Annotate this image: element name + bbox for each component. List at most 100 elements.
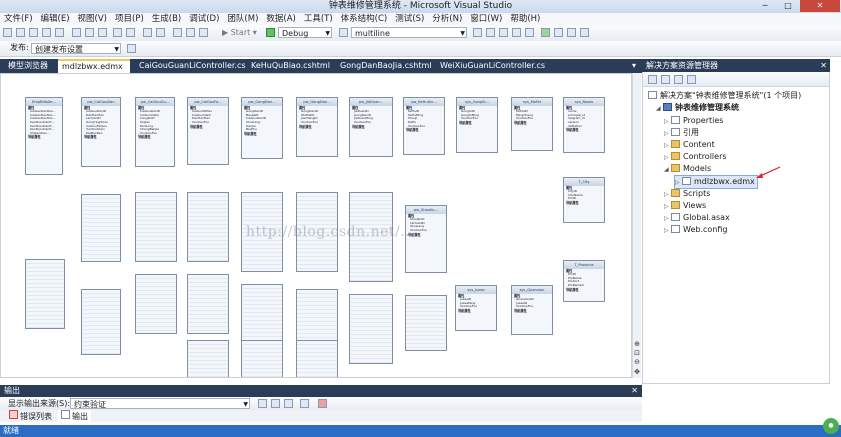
object-browser-icon[interactable] <box>499 28 508 37</box>
zoom-out-icon[interactable]: ⊖ <box>633 358 641 366</box>
menu-build[interactable]: 生成(B) <box>148 13 185 25</box>
expand-icon[interactable]: ▷ <box>664 128 671 139</box>
replace-icon[interactable] <box>186 28 195 37</box>
redo-icon[interactable] <box>126 28 135 37</box>
output-source-select[interactable]: 约束验证 ▼ <box>70 398 250 409</box>
navigate-back-icon[interactable] <box>143 28 152 37</box>
entity-box[interactable] <box>187 274 229 334</box>
zoom-fit-icon[interactable]: ✥ <box>633 368 641 376</box>
properties-icon[interactable] <box>648 75 657 84</box>
tab-caigouguanli-controller[interactable]: CaiGouGuanLiController.cs <box>135 59 250 73</box>
entity-box[interactable] <box>81 289 121 355</box>
tree-item-mdlzbwx-edmx[interactable]: ▷ mdlzbwx.edmx <box>674 175 758 189</box>
team-explorer-icon[interactable] <box>567 28 576 37</box>
entity-box[interactable] <box>25 259 65 329</box>
maximize-icon[interactable]: □ <box>777 0 799 12</box>
publish-icon[interactable] <box>127 44 136 53</box>
menu-team[interactable]: 团队(M) <box>223 13 262 25</box>
entity-box[interactable]: sys_GongSi... 属性 GongSiID GongSiMing YouXi… <box>456 97 498 153</box>
entity-box[interactable]: pw_GongDan... 属性 GongDanID BaoJiaID CaiGou… <box>241 97 283 159</box>
tab-kehuqubiao-cshtml[interactable]: KeHuQuBiao.cshtml <box>247 59 334 73</box>
find-select[interactable]: multiline ▼ <box>351 27 467 38</box>
menu-edit[interactable]: 编辑(E) <box>37 13 74 25</box>
tree-item-references[interactable]: ▷ 引用 <box>664 127 699 139</box>
copy-icon[interactable] <box>85 28 94 37</box>
play-icon[interactable] <box>266 28 275 37</box>
expand-icon[interactable]: ▷ <box>664 201 671 212</box>
navigate-forward-icon[interactable] <box>156 28 165 37</box>
expand-icon[interactable]: ▷ <box>664 140 671 151</box>
expand-icon[interactable]: ▷ <box>664 225 671 236</box>
entity-box[interactable]: T_Province 属性 ProID ProName ProSort ProRema… <box>563 260 605 302</box>
close-icon[interactable]: ✕ <box>800 0 840 12</box>
view-class-diagram-icon[interactable] <box>687 75 696 84</box>
tree-item-scripts[interactable]: ▷ Scripts <box>664 188 710 200</box>
menu-analyze[interactable]: 分析(N) <box>428 13 466 25</box>
collapse-icon[interactable]: ◢ <box>664 164 671 175</box>
menu-file[interactable]: 文件(F) <box>0 13 37 25</box>
tree-item-controllers[interactable]: ▷ Controllers <box>664 151 727 163</box>
tab-gongdanbaojia-cshtml[interactable]: GongDanBaoJia.cshtml <box>336 59 435 73</box>
tab-model-browser[interactable]: 模型浏览器 <box>4 59 52 73</box>
entity-box[interactable] <box>296 340 338 377</box>
menu-project[interactable]: 项目(P) <box>111 13 148 25</box>
find-icon[interactable] <box>173 28 182 37</box>
tab-mdlzbwx-edmx[interactable]: mdlzbwx.edmx ✕ <box>58 59 130 83</box>
tree-item-project[interactable]: ◢ 钟表维修管理系统 <box>656 102 739 114</box>
entity-box[interactable]: pw_CaiGouDan 属性 CaiGouDanID DanHaoHao LaiY… <box>81 97 121 167</box>
go-to-previous-icon[interactable] <box>258 399 267 408</box>
menu-window[interactable]: 窗口(W) <box>466 13 506 25</box>
entity-box[interactable] <box>187 192 229 262</box>
tree-item-solution[interactable]: 解决方案"钟表维修管理系统"(1 个项目) <box>648 90 801 101</box>
expand-icon[interactable]: ▷ <box>664 116 671 127</box>
tree-item-views[interactable]: ▷ Views <box>664 200 706 212</box>
designer-scrollbar[interactable] <box>632 73 641 378</box>
tree-item-models[interactable]: ◢ Models <box>664 163 711 175</box>
entity-box[interactable]: sys_Quanxian 属性 QuanXianID JueseID YouXiao… <box>511 285 553 335</box>
tab-output[interactable]: 输出 <box>58 410 91 423</box>
word-wrap-icon[interactable] <box>300 399 309 408</box>
tree-item-web-config[interactable]: ▷ Web.config <box>664 224 727 236</box>
save-all-icon[interactable] <box>55 28 64 37</box>
entity-box[interactable] <box>349 294 393 364</box>
menu-help[interactable]: 帮助(H) <box>506 13 544 25</box>
undo-icon[interactable] <box>113 28 122 37</box>
paste-icon[interactable] <box>98 28 107 37</box>
entity-box[interactable]: pw_CaiGouFa... 属性 CaiGouFaHao CaiGouXiaQi… <box>187 97 229 165</box>
entity-box[interactable] <box>135 192 177 262</box>
stop-icon[interactable] <box>318 399 327 408</box>
collapse-icon[interactable]: ◢ <box>656 103 663 114</box>
tree-item-properties[interactable]: ▷ Properties <box>664 115 723 127</box>
entity-box[interactable]: pw_GongDan... 属性 GongDanID ZhiWeiID JianHa… <box>296 97 338 157</box>
start-page-icon[interactable] <box>554 28 563 37</box>
new-project-icon[interactable] <box>3 28 12 37</box>
expand-icon[interactable]: ▷ <box>664 213 671 224</box>
expand-icon[interactable]: ▷ <box>675 177 682 188</box>
clear-all-icon[interactable] <box>284 399 293 408</box>
menu-debug[interactable]: 调试(D) <box>185 13 223 25</box>
entity-box[interactable] <box>405 295 447 351</box>
entity-box[interactable]: EmpBillsDe... 属性 CaiGaoDanHeo... CaiGaoDa… <box>25 97 63 175</box>
cut-icon[interactable] <box>72 28 81 37</box>
start-button[interactable]: ▶ Start ▾ <box>222 27 257 39</box>
publish-select[interactable]: 创建发布设置 ▼ <box>31 43 121 54</box>
configuration-select[interactable]: Debug ▼ <box>278 27 332 38</box>
refresh-icon[interactable] <box>674 75 683 84</box>
menu-data[interactable]: 数据(A) <box>262 13 299 25</box>
minimize-icon[interactable]: ─ <box>754 0 776 12</box>
comment-icon[interactable] <box>199 28 208 37</box>
tab-overflow-icon[interactable]: ▾ <box>628 59 640 73</box>
entity-box[interactable]: sys_Boxes 属性 name principal_id diagram_id v… <box>563 97 605 153</box>
toolbox-icon[interactable] <box>512 28 521 37</box>
panel-close-icon[interactable]: ✕ <box>631 385 638 397</box>
solution-explorer-icon[interactable] <box>473 28 482 37</box>
tab-weixiuguanli-controller[interactable]: WeiXiuGuanLiController.cs <box>436 59 549 73</box>
entity-box[interactable]: pw_CaiGouGu... 属性 CaiGouDanID CaiGouXiaQi… <box>135 97 175 167</box>
tree-item-content[interactable]: ▷ Content <box>664 139 715 151</box>
expand-icon[interactable]: ▷ <box>664 152 671 163</box>
network-speed-badge[interactable]: ● <box>823 418 839 434</box>
save-icon[interactable] <box>42 28 51 37</box>
zoom-in-icon[interactable]: ⊕ <box>633 340 641 348</box>
entity-box[interactable]: pw_JieDuan... 属性 JieDuanID GongDanID JieDu… <box>349 97 393 157</box>
menu-test[interactable]: 测试(S) <box>391 13 428 25</box>
